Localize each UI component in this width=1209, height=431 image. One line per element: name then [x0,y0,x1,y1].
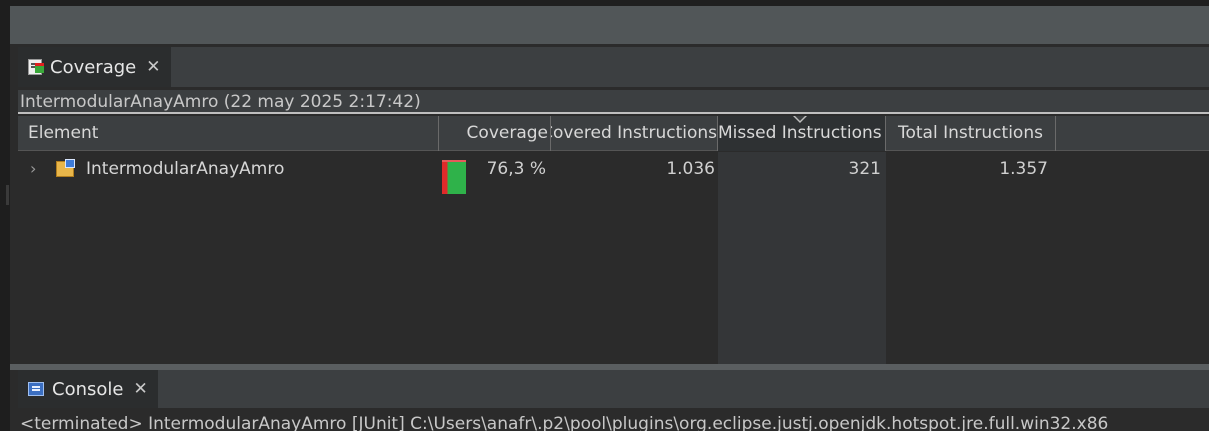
close-icon[interactable]: ✕ [146,57,160,77]
column-header-element[interactable]: Element [18,116,439,151]
column-header-coverage[interactable]: Coverage [439,116,551,151]
tab-console[interactable]: Console ✕ [18,370,158,408]
row-coverage-value: 76,3 % [486,159,546,179]
sort-descending-icon [793,116,807,124]
coverage-bar [442,160,466,194]
tab-console-label: Console [52,378,124,400]
console-status: <terminated> IntermodularAnayAmro [JUnit… [18,408,1209,431]
coverage-session-label[interactable]: IntermodularAnayAmro (22 may 2025 2:17:4… [18,90,1209,114]
java-project-icon [56,159,76,195]
coverage-tree-table[interactable]: Element Coverage Covered Instructions Mi… [18,116,1209,364]
tab-coverage-label: Coverage [50,56,137,78]
console-tab-row: Console ✕ [18,370,1209,408]
row-missed-instructions: 321 [848,159,881,179]
coverage-tab-row: Coverage ✕ [18,47,1209,87]
console-status-text: <terminated> IntermodularAnayAmro [JUnit… [20,414,1109,431]
console-icon [28,382,44,396]
column-header-total-instructions[interactable]: Total Instructions [886,116,1056,151]
row-total-instructions: 1.357 [999,159,1048,179]
editor-area-bar [10,6,1209,44]
close-icon[interactable]: ✕ [133,379,147,399]
left-window-edge [0,0,10,431]
expand-chevron-icon[interactable]: › [30,152,36,186]
table-row[interactable]: › IntermodularAnayAmro 76,3 % 1.036 321 … [18,152,1209,194]
sash-marker[interactable] [6,185,9,205]
coverage-icon [28,59,44,75]
row-covered-instructions: 1.036 [666,159,715,179]
tab-coverage[interactable]: Coverage ✕ [18,47,171,87]
row-element-name: IntermodularAnayAmro [86,159,285,179]
column-header-covered-instructions[interactable]: Covered Instructions [551,116,718,151]
table-header: Element Coverage Covered Instructions Mi… [18,116,1209,151]
